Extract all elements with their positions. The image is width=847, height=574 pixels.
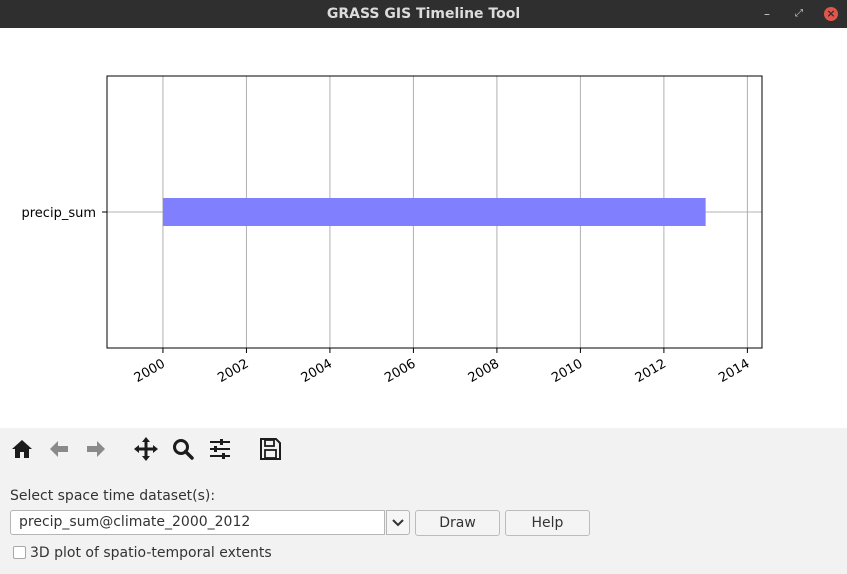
chevron-down-icon [392, 519, 404, 527]
timeline-bar [162, 198, 706, 226]
timeline-plot: 2000 2002 2004 2006 2008 2010 2012 2014 precip_s… [0, 28, 847, 428]
back-arrow-icon[interactable] [46, 436, 72, 462]
timeline-chart: 2000 2002 2004 2006 2008 2010 2012 2014precip_s… [0, 28, 847, 428]
3d-plot-checkbox[interactable] [13, 546, 26, 559]
dataset-label: Select space time dataset(s): [10, 488, 216, 504]
pan-move-icon[interactable] [133, 436, 159, 462]
zoom-magnifier-icon[interactable] [170, 436, 196, 462]
plot-background [0, 28, 847, 428]
dataset-combobox[interactable]: precip_sum@climate_2000_2012 [10, 510, 385, 535]
y-tick-label: precip_sum [22, 206, 97, 221]
chart-bars [162, 198, 706, 226]
save-floppy-icon[interactable] [257, 436, 283, 462]
minimize-icon[interactable]: – [760, 7, 774, 21]
3d-plot-checkbox-label: 3D plot of spatio-temporal extents [30, 545, 272, 561]
window-title: GRASS GIS Timeline Tool [326, 6, 521, 22]
draw-button[interactable]: Draw [415, 510, 500, 536]
configure-subplots-icon[interactable] [207, 436, 233, 462]
maximize-icon[interactable]: ⤢ [792, 7, 806, 21]
close-icon[interactable]: × [824, 7, 838, 21]
dataset-dropdown-button[interactable] [386, 510, 410, 535]
forward-arrow-icon[interactable] [83, 436, 109, 462]
home-icon[interactable] [9, 436, 35, 462]
window-titlebar: GRASS GIS Timeline Tool – ⤢ × [0, 0, 847, 28]
help-button[interactable]: Help [505, 510, 590, 536]
